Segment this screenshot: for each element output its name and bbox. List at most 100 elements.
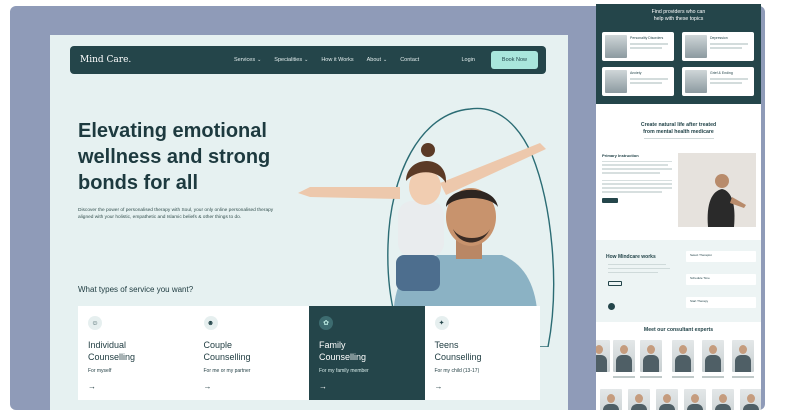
- provider-topic-label: Personality Disorders: [630, 36, 664, 40]
- text-placeholder-line: [672, 376, 694, 378]
- text-placeholder-line: [608, 272, 658, 274]
- card-subtitle: For myself: [88, 368, 112, 375]
- card-subtitle: For my child (13-17): [434, 368, 480, 375]
- primary-instruction-button[interactable]: [602, 197, 618, 203]
- nav-link-contact[interactable]: Contact: [400, 57, 419, 63]
- text-placeholder-line: [710, 82, 742, 84]
- how-step-card[interactable]: Select Therapist: [686, 251, 756, 262]
- provider-photo: [685, 70, 707, 93]
- teen-icon: ✦: [434, 316, 449, 330]
- service-card-couple[interactable]: ☻ Couple Counselling For me or my partne…: [193, 306, 309, 400]
- provider-topic-label: Anxiety: [630, 71, 642, 75]
- provider-topic-label: Grief & Ending: [710, 71, 733, 75]
- provider-photo: [605, 35, 627, 58]
- expert-photo[interactable]: [596, 340, 610, 372]
- expert-photo[interactable]: [628, 389, 650, 410]
- how-step-label: Schedule Time: [690, 276, 710, 280]
- text-placeholder-line: [602, 187, 672, 189]
- brand-logo[interactable]: Mind Care.: [80, 55, 188, 65]
- nav-link-specialities[interactable]: Specialities ⌄: [274, 57, 308, 63]
- couple-icon: ☻: [203, 316, 218, 330]
- secondary-page-preview: Find providers who can help with these t…: [596, 4, 761, 410]
- text-placeholder-line: [608, 264, 666, 266]
- text-placeholder-line: [602, 191, 662, 193]
- provider-topic-card[interactable]: Depression: [682, 32, 754, 61]
- experts-title: Meet our consultant experts: [643, 327, 714, 333]
- hero-description: Discover the power of personalised thera…: [78, 208, 274, 221]
- text-placeholder-line: [630, 47, 662, 49]
- primary-instruction-title: Primary Instruction: [602, 153, 639, 158]
- service-question: What types of service you want?: [78, 285, 194, 294]
- providers-title: Find providers who can help with these t…: [651, 9, 706, 23]
- expert-photo[interactable]: [672, 340, 694, 372]
- section-subtitle-placeholder: [596, 138, 761, 140]
- book-now-button[interactable]: Book Now: [490, 51, 538, 69]
- text-placeholder-line: [630, 82, 662, 84]
- nav-links: Services ⌄ Specialities ⌄ How it Works Abo…: [234, 57, 419, 63]
- person-icon: ☺: [88, 316, 102, 330]
- man-stretching-photo: [678, 153, 756, 227]
- how-it-works-title: How Mindcare works: [606, 254, 656, 260]
- nav-link-services[interactable]: Services ⌄: [234, 57, 261, 63]
- primary-instruction-box: Primary Instruction: [602, 153, 674, 228]
- expert-photo[interactable]: [732, 340, 754, 372]
- how-it-works-button[interactable]: [608, 281, 622, 286]
- chevron-down-icon: ⌄: [383, 57, 388, 63]
- how-step-label: Select Therapist: [690, 253, 712, 257]
- nav-link-how-it-works[interactable]: How it Works: [321, 57, 353, 63]
- how-step-card[interactable]: Start Therapy: [686, 297, 756, 308]
- text-placeholder-line: [602, 179, 672, 181]
- text-placeholder-line: [710, 47, 742, 49]
- arrow-right-icon[interactable]: →: [204, 382, 212, 391]
- expert-photo[interactable]: [684, 389, 706, 410]
- top-navbar: Mind Care. Services ⌄ Specialities ⌄ How i…: [70, 46, 546, 74]
- providers-section: Find providers who can help with these t…: [596, 4, 761, 104]
- service-card-family[interactable]: ✿ Family Counselling For my family membe…: [309, 306, 425, 400]
- section-title: Create natural life after treated from m…: [640, 122, 717, 135]
- expert-photo[interactable]: [613, 340, 635, 372]
- text-placeholder-line: [602, 164, 668, 166]
- card-title: Family Counselling: [319, 340, 367, 362]
- text-placeholder-line: [613, 376, 635, 378]
- text-placeholder-line: [602, 168, 672, 170]
- provider-topic-card[interactable]: Personality Disorders: [602, 32, 674, 61]
- expert-photo[interactable]: [702, 340, 724, 372]
- provider-photo: [605, 70, 627, 93]
- card-title: Couple Counselling: [203, 340, 251, 362]
- expert-photo[interactable]: [656, 389, 678, 410]
- expert-photo[interactable]: [712, 389, 734, 410]
- expert-photo[interactable]: [640, 340, 662, 372]
- card-title: Individual Counselling: [88, 340, 136, 362]
- how-step-card[interactable]: Schedule Time: [686, 274, 756, 285]
- provider-topic-card[interactable]: Anxiety: [602, 67, 674, 96]
- text-placeholder-line: [602, 160, 672, 162]
- card-subtitle: For me or my partner: [203, 368, 251, 375]
- chevron-down-icon: ⌄: [257, 57, 262, 63]
- provider-photo: [685, 35, 707, 58]
- text-placeholder-line: [732, 376, 754, 378]
- service-cards: ☺ Individual Counselling For myself → ☻ …: [78, 306, 540, 400]
- login-link[interactable]: Login: [461, 57, 474, 63]
- how-step-label: Start Therapy: [690, 299, 709, 303]
- chevron-down-icon: ⌄: [304, 57, 309, 63]
- text-placeholder-line: [630, 78, 668, 80]
- text-placeholder-line: [630, 43, 668, 45]
- service-card-teens[interactable]: ✦ Teens Counselling For my child (13-17)…: [424, 306, 540, 400]
- arrow-right-icon[interactable]: →: [319, 382, 327, 391]
- text-placeholder-line: [710, 78, 748, 80]
- provider-topic-card[interactable]: Grief & Ending: [682, 67, 754, 96]
- avatar: [608, 303, 615, 310]
- family-icon: ✿: [319, 316, 333, 330]
- main-page-preview: Mind Care. Services ⌄ Specialities ⌄ How i…: [50, 35, 568, 410]
- expert-photo[interactable]: [600, 389, 622, 410]
- card-subtitle: For my family member: [319, 368, 369, 375]
- provider-topic-label: Depression: [710, 36, 728, 40]
- text-placeholder-line: [602, 183, 672, 185]
- service-card-individual[interactable]: ☺ Individual Counselling For myself →: [78, 306, 194, 400]
- arrow-right-icon[interactable]: →: [435, 382, 443, 391]
- expert-photo[interactable]: [740, 389, 761, 410]
- arrow-right-icon[interactable]: →: [88, 382, 96, 391]
- text-placeholder-line: [602, 172, 660, 174]
- nav-link-about[interactable]: About ⌄: [367, 57, 388, 63]
- text-placeholder-line: [640, 376, 662, 378]
